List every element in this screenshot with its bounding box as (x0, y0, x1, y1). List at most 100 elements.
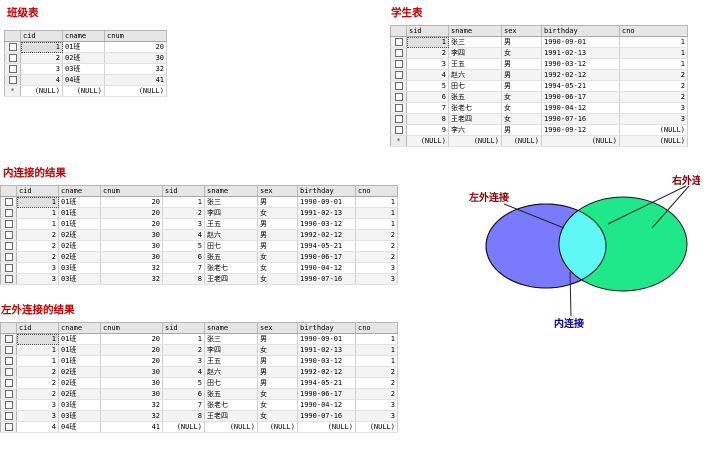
row-checkbox[interactable] (8, 76, 17, 84)
row-selector[interactable] (0, 366, 17, 378)
cell-sex[interactable]: (NULL) (257, 421, 298, 433)
cell-cnum[interactable]: 30 (100, 229, 163, 241)
cell-sex[interactable]: 男 (501, 124, 542, 136)
cell-sname[interactable]: 张三 (448, 36, 502, 48)
table-row[interactable]: 3 03班 32 7 张老七女 1990-04-12 3 (0, 399, 398, 411)
row-selector[interactable] (0, 410, 17, 422)
cell-cid[interactable]: 3 (16, 262, 59, 274)
table-row[interactable]: 7 张老七女 1990-04-12 3 (390, 102, 688, 114)
cell-birthday[interactable]: 1992-02-12 (297, 366, 356, 378)
cell-cnum[interactable]: 32 (100, 262, 163, 274)
cell-cname[interactable]: 02班 (58, 251, 101, 263)
cell-sname[interactable]: 李四 (448, 47, 502, 59)
cell-cnum[interactable]: 30 (100, 366, 163, 378)
cell-birthday[interactable]: 1990-06-17 (541, 91, 620, 103)
cell-sex[interactable]: 男 (257, 377, 298, 389)
cell-sid[interactable]: 7 (406, 102, 449, 114)
cell-cno[interactable]: 3 (355, 273, 398, 285)
column-header-cid[interactable]: cid (16, 322, 59, 334)
cell-cid[interactable]: 3 (16, 410, 59, 422)
cell-birthday[interactable]: 1990-04-12 (297, 262, 356, 274)
cell-cid[interactable]: 2 (16, 366, 59, 378)
cell-sname[interactable]: 王五 (204, 355, 258, 367)
table-row[interactable]: 2 02班 30 5 田七男 1994-05-21 2 (0, 240, 398, 252)
cell-sex[interactable]: 男 (257, 333, 298, 345)
cell-sname[interactable]: 张老七 (204, 262, 258, 274)
row-selector[interactable] (0, 399, 17, 411)
row-checkbox[interactable] (4, 209, 13, 217)
cell-cno[interactable]: 2 (355, 377, 398, 389)
cell-sid[interactable]: 6 (406, 91, 449, 103)
cell-birthday[interactable]: 1990-09-01 (297, 196, 356, 208)
table-row[interactable]: 1 01班 20 1 张三男 1990-09-01 1 (0, 333, 398, 345)
row-selector[interactable] (0, 333, 17, 345)
cell-cnum[interactable]: 30 (100, 377, 163, 389)
cell-sid[interactable]: (NULL) (162, 421, 205, 433)
cell-birthday[interactable]: 1990-04-12 (541, 102, 620, 114)
column-header-cno[interactable]: cno (619, 25, 688, 37)
cell-cid[interactable]: 2 (16, 251, 59, 263)
column-header-sid[interactable]: sid (162, 322, 205, 334)
row-checkbox[interactable] (4, 220, 13, 228)
row-selector[interactable] (0, 229, 17, 241)
cell-cid[interactable]: 3 (16, 399, 59, 411)
cell-cnum[interactable]: 30 (104, 52, 167, 64)
cell-sex[interactable]: 女 (257, 251, 298, 263)
cell-cname[interactable]: 01班 (58, 355, 101, 367)
table-row[interactable]: 1 张三男 1990-09-01 1 (390, 36, 688, 48)
cell-sex[interactable]: 男 (501, 80, 542, 92)
table-row[interactable]: 3 03班 32 8 王老四女 1990-07-16 3 (0, 273, 398, 285)
cell-sname[interactable]: 李四 (204, 207, 258, 219)
row-selector[interactable] (0, 196, 17, 208)
cell-sex[interactable]: 男 (257, 229, 298, 241)
row-checkbox[interactable] (4, 346, 13, 354)
cell-cno[interactable]: (NULL) (619, 135, 688, 147)
table-row[interactable]: * (NULL) (NULL) (NULL) (NULL) (NULL) (390, 135, 688, 147)
row-checkbox[interactable] (8, 65, 17, 73)
cell-cid[interactable]: 1 (20, 41, 63, 53)
cell-cno[interactable]: 1 (355, 207, 398, 219)
cell-sname[interactable]: 王五 (448, 58, 502, 70)
table-row[interactable]: 3 03班 32 (4, 63, 167, 75)
cell-cno[interactable]: 1 (355, 218, 398, 230)
column-header-cnum[interactable]: cnum (100, 322, 163, 334)
cell-cno[interactable]: 3 (355, 262, 398, 274)
row-checkbox[interactable] (4, 390, 13, 398)
cell-cid[interactable]: 2 (16, 229, 59, 241)
cell-cname[interactable]: (NULL) (62, 85, 105, 97)
row-selector[interactable] (0, 262, 17, 274)
cell-sid[interactable]: 8 (162, 410, 205, 422)
table-row[interactable]: 4 04班 41 (NULL) (NULL) (NULL) (NULL) (NULL) (0, 421, 398, 433)
cell-cname[interactable]: 02班 (62, 52, 105, 64)
row-selector[interactable] (0, 377, 17, 389)
cell-cnum[interactable]: 32 (100, 399, 163, 411)
cell-birthday[interactable]: 1990-07-16 (297, 410, 356, 422)
column-header-cnum[interactable]: cnum (100, 185, 163, 197)
row-selector[interactable] (0, 388, 17, 400)
row-selector[interactable]: * (4, 85, 21, 97)
cell-sid[interactable]: 1 (162, 333, 205, 345)
table-row[interactable]: 1 01班 20 2 李四女 1991-02-13 1 (0, 207, 398, 219)
column-header-cnum[interactable]: cnum (104, 30, 167, 42)
cell-cno[interactable]: 3 (355, 410, 398, 422)
cell-birthday[interactable]: 1991-02-13 (297, 344, 356, 356)
cell-birthday[interactable]: 1992-02-12 (541, 69, 620, 81)
cell-sex[interactable]: 女 (257, 399, 298, 411)
cell-cnum[interactable]: 20 (100, 333, 163, 345)
row-selector[interactable] (390, 113, 407, 125)
cell-sname[interactable]: 张五 (204, 388, 258, 400)
cell-cnum[interactable]: 32 (100, 273, 163, 285)
cell-sex[interactable]: 女 (501, 113, 542, 125)
table-row[interactable]: 5 田七男 1994-05-21 2 (390, 80, 688, 92)
cell-birthday[interactable]: 1991-02-13 (541, 47, 620, 59)
cell-birthday[interactable]: 1990-06-17 (297, 251, 356, 263)
row-checkbox[interactable] (4, 412, 13, 420)
cell-cnum[interactable]: 32 (104, 63, 167, 75)
cell-sid[interactable]: 2 (406, 47, 449, 59)
cell-cno[interactable]: 3 (619, 102, 688, 114)
table-row[interactable]: * (NULL) (NULL) (NULL) (4, 85, 167, 97)
row-checkbox[interactable] (4, 379, 13, 387)
table-row[interactable]: 2 02班 30 6 张五女 1990-06-17 2 (0, 388, 398, 400)
row-checkbox[interactable] (394, 126, 403, 134)
column-header-sid[interactable]: sid (162, 185, 205, 197)
